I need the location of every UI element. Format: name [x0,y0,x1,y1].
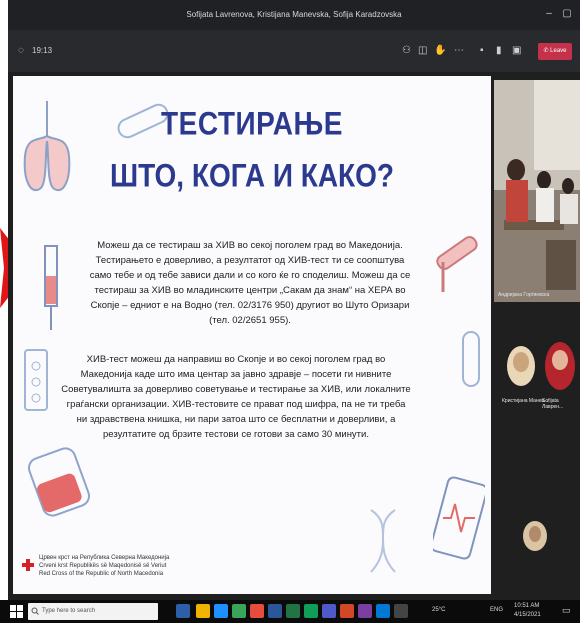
edge-icon[interactable] [214,604,228,618]
participant-avatars-row: Кристијана Манев... Sofijata Лаврен... [494,336,580,416]
participant-video-tile[interactable]: Андријана Ѓорѓиевска [494,80,580,302]
slide-title-line1: ТЕСТИРАЊЕ [161,105,343,142]
participants-video-panel: Андријана Ѓорѓиевска Кристијана Манев...… [494,76,580,600]
teams-icon[interactable] [322,604,336,618]
windows-taskbar: Type here to search 25°C ENG 10:51 AM 4/… [0,600,580,623]
meeting-timer: 19:13 [32,46,53,55]
app-icon[interactable] [394,604,408,618]
chrome-icon[interactable] [304,604,318,618]
window-title: Sofijata Lavrenova, Kristijana Manevska,… [186,10,402,19]
participant-name: Sofijata Лаврен... [542,398,564,410]
classroom-video-image [494,80,580,302]
pill-strip-icon [24,349,48,411]
app-icon[interactable] [358,604,372,618]
task-view-icon[interactable] [176,604,190,618]
share-icon[interactable]: ▣ [512,44,521,58]
search-icon [31,607,39,615]
outlook-icon[interactable] [376,604,390,618]
org-line-sq: Crveni krst Republikës së Maqedonisë së … [39,563,167,569]
avatar[interactable] [544,340,576,392]
search-placeholder: Type here to search [42,608,96,614]
syringe-icon [44,245,58,330]
chat-icon[interactable]: ◫ [418,44,427,58]
tray-language[interactable]: ENG [490,607,503,613]
word-icon[interactable] [268,604,282,618]
participant-avatar-tile[interactable] [494,506,580,566]
red-cross-logo [22,559,34,571]
mic-icon[interactable]: ▮ [496,44,502,58]
red-cross-organization-text: Црвен крст на Република Северна Македони… [39,554,219,578]
leave-button[interactable]: ✆ Leave [538,43,572,60]
tray-time[interactable]: 10:51 AM [514,603,539,609]
taskbar-search-box[interactable]: Type here to search [28,603,158,620]
blood-bag-icon [28,447,90,517]
notifications-icon[interactable]: ▭ [562,605,571,616]
test-tube-icon [436,236,478,292]
maximize-icon[interactable]: ▢ [560,7,574,21]
pill-icon [462,331,480,387]
slide-title-line2: ШТО, КОГА И КАКО? [109,157,395,194]
slide-paragraph-2: ХИВ-тест можеш да направиш во Скопје и в… [61,354,411,440]
windows-start-icon[interactable] [10,605,23,618]
dna-icon [370,509,396,573]
leave-label: Leave [550,48,567,54]
participant-name: Андријана Ѓорѓиевска [498,292,550,298]
app-icon[interactable] [250,604,264,618]
window-title-bar: Sofijata Lavrenova, Kristijana Manevska,… [8,0,580,30]
raise-hand-icon[interactable]: ✋ [434,44,446,58]
ecg-monitor-icon [433,476,485,560]
powerpoint-icon[interactable] [340,604,354,618]
meeting-toolbar: ◌ 19:13 ⚇ ◫ ✋ ⋯ ▪ ▮ ▣ ✆ Leave [8,30,580,72]
org-line-en: Red Cross of the Republic of North Maced… [39,571,164,577]
shield-icon: ◌ [18,45,24,56]
org-line-mk: Црвен крст на Република Северна Македони… [39,555,170,561]
file-explorer-icon[interactable] [196,604,210,618]
slide-paragraph-1: Можеш да се тестираш за ХИВ во секој пог… [89,240,411,326]
tray-date[interactable]: 4/15/2021 [514,612,541,618]
camera-icon[interactable]: ▪ [480,44,484,58]
avatar[interactable] [506,344,536,388]
participants-icon[interactable]: ⚇ [402,44,411,58]
temperature: 25°C [432,607,446,613]
shared-presentation-slide: ТЕСТИРАЊЕ ШТО, КОГА И КАКО? Можеш да се … [13,76,491,594]
teams-meeting-window: Sofijata Lavrenova, Kristijana Manevska,… [8,0,580,600]
minimize-icon[interactable]: – [542,7,556,21]
avatar [523,521,547,551]
more-icon[interactable]: ⋯ [454,44,464,58]
store-icon[interactable] [232,604,246,618]
excel-icon[interactable] [286,604,300,618]
